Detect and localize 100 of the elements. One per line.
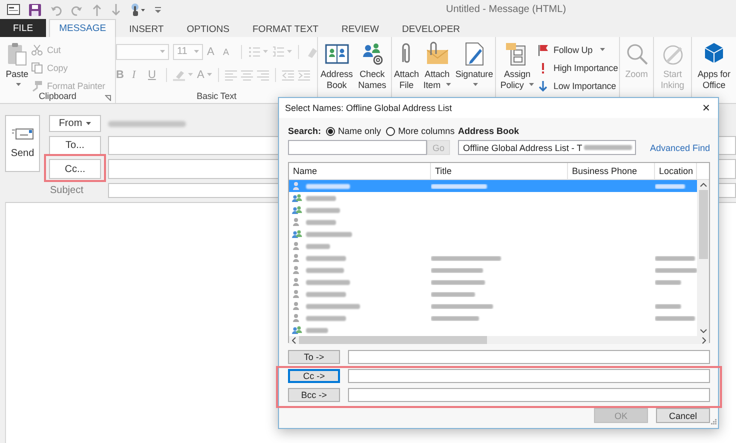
ribbon-tab[interactable]: MESSAGE <box>49 19 116 37</box>
person-icon <box>292 289 302 299</box>
person-icon <box>292 277 302 287</box>
group-label: Basic Text <box>196 91 236 102</box>
ribbon-button[interactable]: Follow Up <box>537 42 618 57</box>
ribbon-button[interactable]: Attach Item <box>420 40 454 92</box>
recipient-button[interactable]: To -> <box>288 350 340 364</box>
person-icon <box>292 313 302 323</box>
scrollbar[interactable] <box>289 336 709 344</box>
recipient-field[interactable] <box>348 350 710 364</box>
radio-button[interactable]: More columns <box>386 126 455 136</box>
dialog-button[interactable]: Cancel <box>656 408 710 423</box>
column-header[interactable]: Title <box>431 163 568 179</box>
caret-icon <box>86 122 92 125</box>
search-label: Search: <box>288 126 322 136</box>
send-icon <box>12 128 34 140</box>
recipient-button[interactable]: Cc... <box>49 159 101 179</box>
scrollbar-thumb[interactable] <box>299 336 487 344</box>
ribbon-button[interactable]: Paste <box>3 40 31 92</box>
file-tab[interactable]: FILE <box>0 19 46 37</box>
redacted-text <box>306 232 352 236</box>
person-icon <box>292 217 302 227</box>
scroll-up-icon[interactable] <box>700 183 706 187</box>
column-header[interactable]: Location <box>655 163 697 179</box>
redacted-text <box>306 196 336 200</box>
person-icon <box>292 301 302 311</box>
touch-icon[interactable] <box>130 3 146 16</box>
advanced-find-link[interactable]: Advanced Find <box>644 142 710 152</box>
group-icon <box>292 193 302 203</box>
redacted-text <box>306 208 340 212</box>
scroll-down-icon[interactable] <box>700 329 706 333</box>
ribbon-button[interactable]: Signature <box>454 40 494 92</box>
ribbon-tab[interactable]: DEVELOPER <box>392 20 470 37</box>
launcher-icon[interactable] <box>105 95 111 101</box>
redacted-text <box>306 268 344 272</box>
recipient-button[interactable]: To... <box>49 136 101 155</box>
up-arrow-icon[interactable] <box>92 4 102 16</box>
ribbon-button[interactable]: Address Book <box>319 40 354 92</box>
scroll-right-icon[interactable] <box>702 336 706 344</box>
envelope-icon <box>424 41 450 67</box>
scrollbar-thumb[interactable] <box>698 190 708 259</box>
close-button[interactable]: × <box>702 102 710 114</box>
down-arrow-icon[interactable] <box>111 4 121 16</box>
redacted-text <box>306 304 360 308</box>
scrollbar[interactable] <box>697 180 709 336</box>
address-book-label: Address Book <box>458 126 520 136</box>
redacted-text <box>306 292 346 296</box>
column-header[interactable]: Name <box>289 163 431 179</box>
caret-icon <box>194 50 199 53</box>
search-field[interactable] <box>288 140 427 155</box>
subject-label: Subject <box>49 185 84 196</box>
down-arrow-icon <box>537 80 550 92</box>
person-icon <box>292 265 302 275</box>
redacted-text <box>306 316 346 320</box>
undo-icon[interactable] <box>50 4 62 16</box>
send-button[interactable]: Send <box>5 115 40 172</box>
redacted-text <box>306 280 350 284</box>
redacted-text <box>306 244 330 248</box>
column-header[interactable]: Business Phone <box>568 163 655 179</box>
save-icon[interactable] <box>29 4 41 16</box>
paintbrush-icon <box>31 80 43 92</box>
dialog-title: Select Names: Offline Global Address List <box>285 103 452 113</box>
ribbon-button[interactable]: Assign Policy <box>497 40 538 92</box>
redacted-text <box>306 220 336 224</box>
from-button[interactable]: From <box>49 115 101 132</box>
ribbon-tab[interactable]: FORMAT TEXT <box>242 20 328 37</box>
ribbon-button[interactable]: High Importance <box>537 60 618 75</box>
ribbon-button[interactable]: Low Importance <box>537 78 618 93</box>
window-title: Untitled - Message (HTML) <box>446 4 566 15</box>
app-icon[interactable] <box>7 4 20 15</box>
resize-grip-icon[interactable] <box>711 419 717 425</box>
address-book-dropdown[interactable]: Offline Global Address List - T <box>458 140 636 155</box>
group-icon <box>292 229 302 239</box>
recipient-button[interactable]: Bcc -> <box>288 388 340 402</box>
radio-button[interactable]: Name only <box>326 126 382 136</box>
person-icon <box>292 253 302 263</box>
ribbon-tab[interactable]: REVIEW <box>331 20 389 37</box>
copy-icon <box>31 62 43 74</box>
ribbon-button[interactable]: Attach File <box>393 40 420 92</box>
recipient-field[interactable] <box>348 369 710 383</box>
highlight-frame <box>44 154 106 182</box>
redacted-text <box>584 145 632 150</box>
ribbon-tab[interactable]: OPTIONS <box>176 20 240 37</box>
ribbon-button[interactable]: Apps for Office <box>693 40 735 92</box>
group-label: Clipboard <box>38 91 76 102</box>
redacted-text <box>306 184 350 188</box>
scroll-left-icon[interactable] <box>292 336 296 344</box>
redo-icon[interactable] <box>71 4 83 16</box>
caret-icon <box>160 50 165 53</box>
redacted-text <box>306 328 328 332</box>
ribbon-tab[interactable]: INSERT <box>119 20 174 37</box>
person-icon <box>292 181 302 191</box>
scissors-icon <box>31 44 43 56</box>
redacted-text <box>306 256 346 260</box>
customize-icon[interactable] <box>155 6 161 14</box>
recipient-button[interactable]: Cc -> <box>288 369 340 383</box>
ribbon-button[interactable]: Check Names <box>354 40 390 92</box>
flag-icon <box>537 44 550 56</box>
recipient-field[interactable] <box>348 388 710 402</box>
person-icon <box>292 241 302 251</box>
